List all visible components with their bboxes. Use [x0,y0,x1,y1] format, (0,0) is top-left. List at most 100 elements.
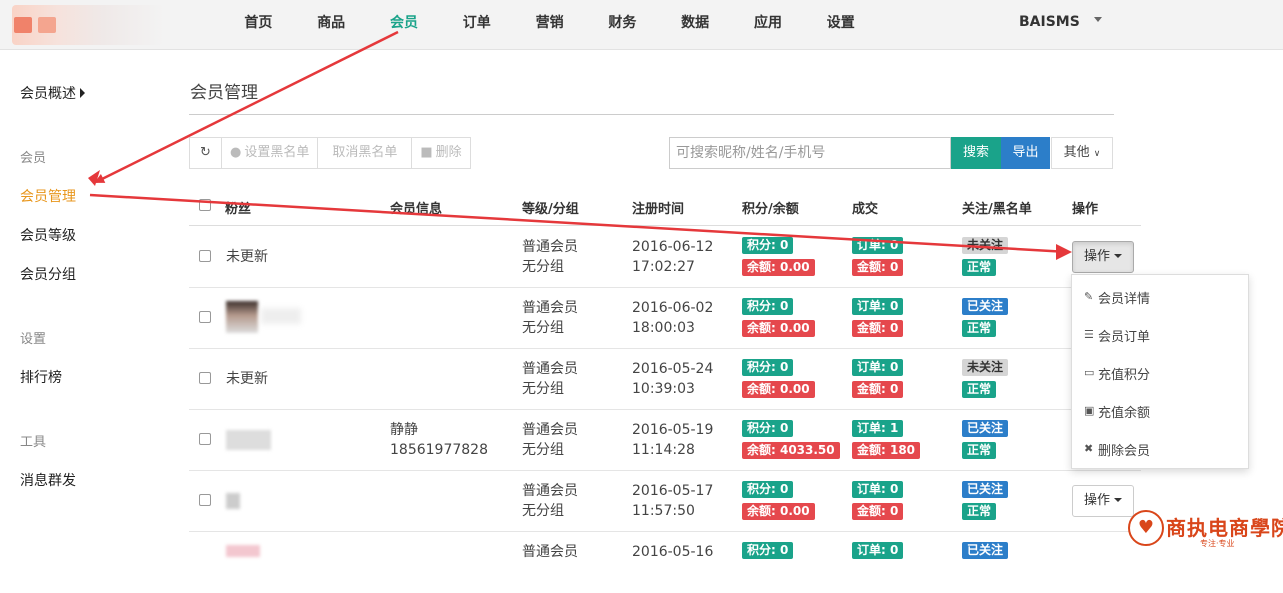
cancel-blacklist-button[interactable]: 取消黑名单 [317,137,413,169]
menu-item-member-detail[interactable]: ✎ 会员详情 [1084,288,1150,307]
nav-members[interactable]: 会员 [368,0,441,50]
search-input[interactable]: 可搜索昵称/姓名/手机号 [669,137,951,169]
table-header: 粉丝 会员信息 等级/分组 注册时间 积分/余额 成交 关注/黑名单 操作 [189,188,1141,226]
row-checkbox[interactable] [199,311,211,323]
balance-badge: 余额: 0.00 [742,381,815,398]
nav-marketing[interactable]: 营销 [513,0,586,50]
nav-products[interactable]: 商品 [295,0,368,50]
follow-badge: 已关注 [962,542,1009,559]
user-menu[interactable]: BAISMS [1019,14,1102,30]
close-icon: ✖ [1084,442,1094,455]
nav-data[interactable]: 数据 [659,0,732,50]
points-badge: 积分: 0 [742,359,794,376]
table-row: 普通会员 无分组 2016-06-02 18:00:03 积分: 0 余额: 0… [189,288,1141,349]
orders-badge: 订单: 1 [852,420,904,437]
row-checkbox[interactable] [199,494,211,506]
blurred-name [261,308,301,324]
list-icon: ☰ [1084,328,1094,341]
avatar [226,430,271,450]
points-badge: 积分: 0 [742,237,794,254]
other-dropdown-button[interactable]: 其他 ∨ [1051,137,1113,169]
bulk-toolbar: ↻ ● 设置黑名单 取消黑名单 ■ 删除 [189,137,471,169]
sidebar-group-tools: 工具 [20,435,47,450]
follow-badge: 已关注 [962,420,1009,437]
menu-item-recharge-points[interactable]: ▭ 充值积分 [1084,364,1150,383]
col-member-info: 会员信息 [390,202,443,217]
sidebar-item-broadcast[interactable]: 消息群发 [20,470,76,490]
export-button[interactable]: 导出 [1001,137,1050,169]
member-level: 普通会员 [522,544,578,560]
menu-item-member-orders[interactable]: ☰ 会员订单 [1084,326,1151,345]
register-date: 2016-06-12 [632,239,714,255]
member-group: 无分组 [522,320,564,336]
menu-item-label: 会员订单 [1098,330,1151,345]
table-row: 普通会员 2016-05-16 积分: 0 订单: 0 已关注 [189,532,1141,593]
points-badge: 积分: 0 [742,542,794,559]
chevron-down-icon [1093,17,1102,22]
balance-badge: 余额: 0.00 [742,320,815,337]
row-checkbox[interactable] [199,250,211,262]
nav-home[interactable]: 首页 [222,0,295,50]
sidebar-item-member-group[interactable]: 会员分组 [20,264,76,284]
sidebar-item-member-level[interactable]: 会员等级 [20,225,76,245]
amount-badge: 金额: 0 [852,259,904,276]
arrow-head [88,170,100,186]
row-checkbox[interactable] [199,433,211,445]
table-row: 普通会员 无分组 2016-05-17 11:57:50 积分: 0 余额: 0… [189,471,1141,532]
orders-badge: 订单: 0 [852,237,904,254]
table-row: 未更新 普通会员 无分组 2016-05-24 10:39:03 积分: 0 余… [189,349,1141,410]
credit-card-icon: ▭ [1084,366,1095,379]
table-row: 未更新 普通会员 无分组 2016-06-12 17:02:27 积分: 0 余… [189,227,1141,288]
register-date: 2016-05-17 [632,483,714,499]
member-group: 无分组 [522,442,564,458]
register-time: 11:57:50 [632,503,695,519]
member-name: 静静 [390,422,418,438]
amount-badge: 金额: 0 [852,320,904,337]
col-fan: 粉丝 [225,202,252,217]
nav-settings[interactable]: 设置 [804,0,877,50]
row-checkbox[interactable] [199,372,211,384]
register-time: 18:00:03 [632,320,695,336]
col-register-time: 注册时间 [632,202,685,217]
status-badge: 正常 [962,320,997,337]
menu-item-recharge-balance[interactable]: ▣ 充值余额 [1084,402,1150,421]
member-level: 普通会员 [522,361,578,377]
sidebar-item-ranking[interactable]: 排行榜 [20,367,62,387]
orders-badge: 订单: 0 [852,359,904,376]
member-level: 普通会员 [522,239,578,255]
points-badge: 积分: 0 [742,420,794,437]
refresh-button[interactable]: ↻ [189,137,222,169]
search-button[interactable]: 搜索 [951,137,1001,169]
divider [189,114,1114,115]
member-group: 无分组 [522,381,564,397]
fan-name: 未更新 [226,249,268,265]
row-action-button[interactable]: 操作 [1072,241,1134,273]
amount-badge: 金额: 0 [852,503,904,520]
sidebar-item-label: 会员概述 [20,86,76,102]
avatar [226,493,240,509]
logo[interactable] [12,5,164,45]
register-time: 10:39:03 [632,381,695,397]
main-nav: 首页 商品 会员 订单 营销 财务 数据 应用 设置 [222,0,877,50]
set-blacklist-button[interactable]: ● 设置黑名单 [221,137,319,169]
nav-apps[interactable]: 应用 [732,0,805,50]
button-label: 操作 [1083,249,1110,264]
col-actions: 操作 [1072,202,1099,217]
caret-right-icon [80,88,85,98]
member-level: 普通会员 [522,300,578,316]
sidebar-item-overview[interactable]: 会员概述 [20,83,85,103]
col-points-balance: 积分/余额 [742,202,799,217]
menu-item-delete-member[interactable]: ✖ 删除会员 [1084,440,1150,459]
select-all-checkbox[interactable] [199,199,211,211]
status-badge: 正常 [962,381,997,398]
row-action-button[interactable]: 操作 [1072,485,1134,517]
avatar [226,545,260,557]
delete-button[interactable]: ■ 删除 [411,137,471,169]
balance-badge: 余额: 4033.50 [742,442,840,459]
nav-finance[interactable]: 财务 [586,0,659,50]
nav-orders[interactable]: 订单 [440,0,513,50]
fan-name: 未更新 [226,371,268,387]
status-badge: 正常 [962,259,997,276]
logo-mark [38,17,56,33]
sidebar-item-member-manage[interactable]: 会员管理 [20,186,76,206]
